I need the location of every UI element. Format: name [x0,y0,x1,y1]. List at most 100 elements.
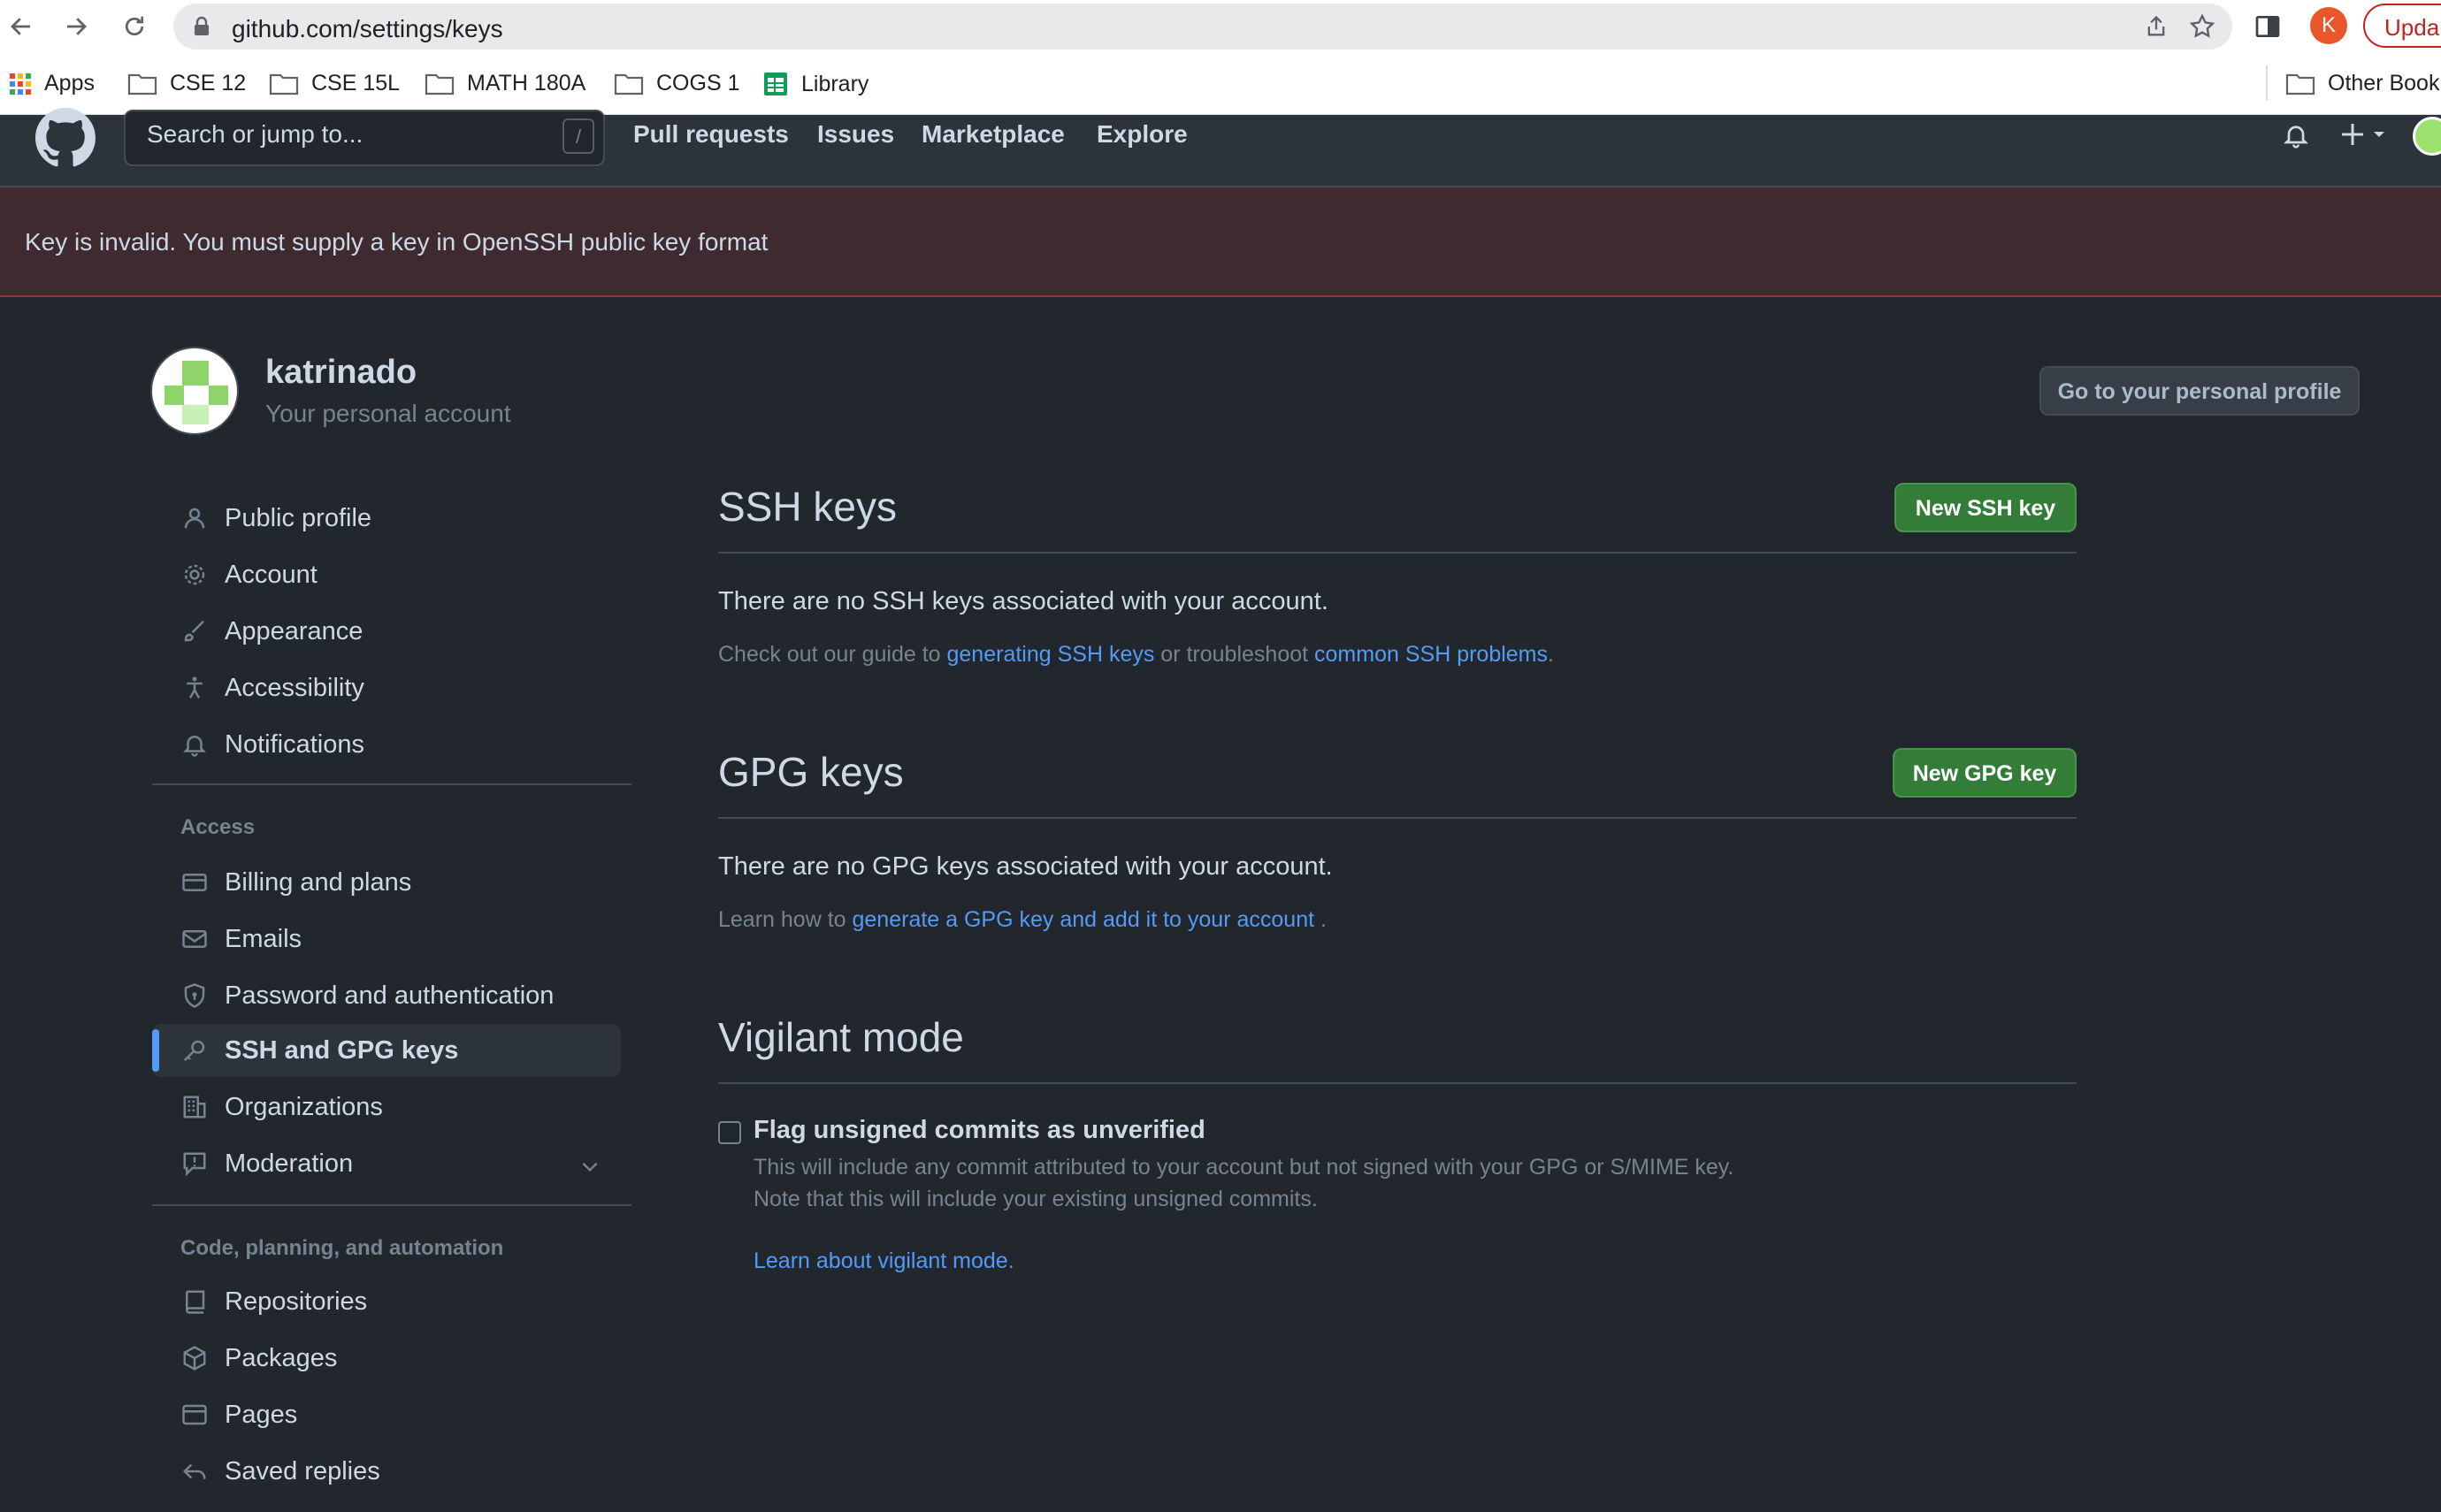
sidebar-item-label: Billing and plans [225,867,412,897]
nav-pull-requests[interactable]: Pull requests [633,120,789,149]
user-avatar-menu[interactable] [2413,117,2441,156]
generating-ssh-keys-link[interactable]: generating SSH keys [947,642,1155,667]
gpg-keys-heading: GPG keys [718,749,904,795]
sidebar-item-password-auth[interactable]: Password and authentication [152,969,621,1022]
bookmark-other[interactable]: Other Book [2285,71,2439,96]
update-button[interactable]: Upda [2363,4,2441,48]
new-ssh-key-button[interactable]: New SSH key [1894,483,2077,532]
bookmark-library[interactable]: Library [762,71,869,97]
sidebar-item-moderation[interactable]: Moderation [152,1137,621,1190]
gpg-help-prefix: Learn how to [718,907,853,932]
sidebar-item-pages[interactable]: Pages [152,1388,621,1441]
generate-gpg-key-link[interactable]: generate a GPG key and add it to your ac… [853,907,1315,932]
username[interactable]: katrinado [265,354,417,392]
new-gpg-key-button[interactable]: New GPG key [1893,748,2077,798]
search-placeholder: Search or jump to... [147,120,363,148]
ssh-help-prefix: Check out our guide to [718,642,947,667]
nav-issues[interactable]: Issues [817,120,894,149]
share-icon[interactable] [2144,14,2169,39]
bookmark-label: Apps [44,71,95,95]
organization-icon [177,1094,212,1120]
sidebar-item-repositories[interactable]: Repositories [152,1275,621,1328]
ssh-help-middle: or troubleshoot [1154,642,1315,667]
github-logo-icon[interactable] [35,108,96,168]
sidebar-item-label: Saved replies [225,1456,380,1485]
sidebar-item-accessibility[interactable]: Accessibility [152,661,621,714]
avatar[interactable] [150,347,239,435]
section-divider [718,817,2077,819]
library-sheet-icon [764,73,787,95]
arrow-right-icon [67,18,87,35]
sidebar-item-label: Appearance [225,616,363,645]
sidebar-divider [152,783,631,785]
learn-vigilant-mode-link[interactable]: Learn about vigilant mode. [754,1249,1014,1274]
reply-icon [177,1458,212,1485]
bookmark-label: CSE 15L [311,71,401,95]
repo-icon [177,1288,212,1315]
active-indicator [152,1029,159,1072]
browser-toolbar: github.com/settings/keys K Upda [0,0,2441,53]
sidebar-item-label: Accessibility [225,673,364,702]
ssh-empty-message: There are no SSH keys associated with yo… [718,587,1328,615]
sidebar-divider [152,1204,631,1206]
lock-icon [195,16,209,35]
nav-explore[interactable]: Explore [1097,120,1188,149]
sidebar-item-billing[interactable]: Billing and plans [152,856,621,909]
reload-button[interactable] [117,9,152,44]
search-input[interactable]: Search or jump to... / [124,110,605,166]
bookmark-label: CSE 12 [170,71,247,95]
key-icon [177,1037,212,1064]
common-ssh-problems-link[interactable]: common SSH problems [1314,642,1548,667]
browser-icon [177,1401,212,1428]
bookmark-star-icon[interactable] [2188,12,2216,41]
sidebar-item-account[interactable]: Account [152,548,621,601]
sidebar-item-label: Notifications [225,729,364,759]
sidebar-item-saved-replies[interactable]: Saved replies [152,1445,621,1498]
vigilant-mode-heading: Vigilant mode [718,1014,964,1060]
flag-unsigned-commits-checkbox[interactable] [718,1121,741,1144]
flash-message: Key is invalid. You must supply a key in… [25,228,769,256]
forward-button[interactable] [58,9,94,44]
browser-profile-avatar[interactable]: K [2310,7,2347,44]
bookmark-cse15l[interactable]: CSE 15L [269,71,400,96]
accessibility-icon [177,675,212,701]
sidebar-item-organizations[interactable]: Organizations [152,1081,621,1134]
create-new-dropdown-icon[interactable] [2338,118,2391,150]
nav-marketplace[interactable]: Marketplace [922,120,1065,149]
sidebar-item-emails[interactable]: Emails [152,913,621,966]
go-to-profile-button[interactable]: Go to your personal profile [2039,366,2360,416]
sidebar-item-label: Moderation [225,1149,354,1178]
sidebar-item-label: Public profile [225,503,372,532]
back-button[interactable] [4,9,39,44]
sidebar-item-packages[interactable]: Packages [152,1332,621,1385]
sidebar-item-ssh-gpg-keys[interactable]: SSH and GPG keys [152,1024,621,1077]
bookmark-apps[interactable]: Apps [9,71,95,96]
bookmark-label: COGS 1 [656,71,740,95]
bookmark-cse12[interactable]: CSE 12 [127,71,246,96]
bookmark-math180a[interactable]: MATH 180A [425,71,585,96]
sidebar-item-label: Organizations [225,1092,383,1121]
person-icon [177,505,212,531]
side-panel-icon[interactable] [2254,12,2282,41]
sidebar-item-appearance[interactable]: Appearance [152,605,621,658]
chevron-down-icon[interactable] [578,1155,601,1178]
arrow-left-icon [11,18,30,35]
notifications-bell-icon[interactable] [2282,120,2310,150]
error-flash-banner: Key is invalid. You must supply a key in… [0,187,2441,297]
sidebar-heading-code: Code, planning, and automation [180,1236,504,1260]
sidebar-item-notifications[interactable]: Notifications [152,718,621,771]
folder-icon [425,73,455,95]
mail-icon [177,926,212,952]
gear-icon [177,561,212,588]
address-bar[interactable]: github.com/settings/keys [173,4,2232,50]
vigilant-note-2: Note that this will include your existin… [754,1187,1318,1211]
sidebar-item-public-profile[interactable]: Public profile [152,492,621,545]
identicon-icon [165,361,228,424]
folder-icon [127,73,157,95]
vigilant-note-1: This will include any commit attributed … [754,1155,1734,1180]
sidebar-item-label: Password and authentication [225,981,555,1010]
bookmark-cogs1[interactable]: COGS 1 [614,71,739,96]
sidebar-item-label: Account [225,560,318,589]
sidebar-heading-access: Access [180,815,256,839]
flag-unsigned-commits-label[interactable]: Flag unsigned commits as unverified [754,1116,1205,1145]
